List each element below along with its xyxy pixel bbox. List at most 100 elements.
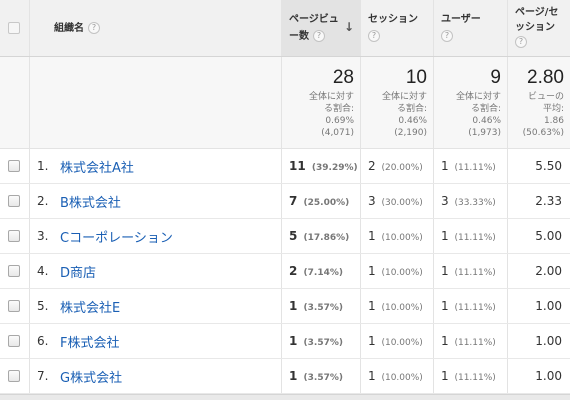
total-pageviews-detail: 全体に対す る割合: 0.69% (4,071) — [308, 92, 354, 138]
users-percent: (11.11%) — [454, 338, 496, 348]
users-percent: (11.11%) — [454, 303, 496, 313]
row-number: 3. — [37, 229, 49, 243]
total-pageviews: 28 全体に対す る割合: 0.69% (4,071) — [282, 57, 361, 148]
total-pps-detail: ビューの 平均: 1.86 (50.63%) — [522, 92, 564, 138]
row-checkbox[interactable] — [8, 160, 20, 172]
users-value: 1 — [441, 159, 449, 173]
table-row: 7. G株式会社 1 (3.57%) 1 (10.00%) 1 (11.11%)… — [0, 359, 570, 394]
pageviews-percent: (17.86%) — [303, 233, 350, 243]
header-checkbox-cell — [0, 0, 30, 56]
column-header-users[interactable]: ユーザー ? — [434, 0, 508, 56]
organization-link[interactable]: Cコーポレーション — [60, 227, 173, 246]
users-percent: (11.11%) — [454, 373, 496, 383]
help-icon[interactable]: ? — [88, 22, 100, 34]
column-label-pps: ページ/セ — [515, 7, 559, 18]
pageviews-value: 1 — [289, 299, 298, 313]
column-label-organization: 組織名 — [54, 23, 84, 34]
sessions-value: 1 — [368, 334, 376, 348]
table-row: 4. D商店 2 (7.14%) 1 (10.00%) 1 (11.11%) 2… — [0, 254, 570, 289]
total-sessions: 10 全体に対す る割合: 0.46% (2,190) — [361, 57, 434, 148]
table-row: 2. B株式会社 7 (25.00%) 3 (30.00%) 3 (33.33%… — [0, 184, 570, 219]
column-header-pages-per-session[interactable]: ページ/セ ッション ? — [508, 0, 570, 56]
table-row: 6. F株式会社 1 (3.57%) 1 (10.00%) 1 (11.11%)… — [0, 324, 570, 359]
table-bottom-bar — [0, 394, 570, 400]
totals-row: 28 全体に対す る割合: 0.69% (4,071) 10 全体に対す る割合… — [0, 57, 570, 149]
organization-link[interactable]: F株式会社 — [60, 332, 119, 351]
users-value: 1 — [441, 334, 449, 348]
users-value: 1 — [441, 299, 449, 313]
sessions-percent: (10.00%) — [381, 338, 423, 348]
sessions-percent: (30.00%) — [381, 198, 423, 208]
pps-value: 5.00 — [535, 229, 562, 243]
organization-link[interactable]: G株式会社 — [60, 367, 122, 386]
help-icon[interactable]: ? — [515, 36, 527, 48]
row-number: 2. — [37, 194, 49, 208]
sessions-value: 1 — [368, 264, 376, 278]
sessions-value: 2 — [368, 159, 376, 173]
row-number: 1. — [37, 159, 49, 173]
users-value: 1 — [441, 264, 449, 278]
row-checkbox[interactable] — [8, 265, 20, 277]
pageviews-value: 2 — [289, 264, 298, 278]
total-pageviews-value: 28 — [332, 67, 354, 88]
sessions-percent: (10.00%) — [381, 268, 423, 278]
pps-value: 2.00 — [535, 264, 562, 278]
pps-value: 5.50 — [535, 159, 562, 173]
column-header-sessions[interactable]: セッション ? — [361, 0, 434, 56]
row-checkbox[interactable] — [8, 370, 20, 382]
total-sessions-detail: 全体に対す る割合: 0.46% (2,190) — [381, 92, 427, 138]
users-percent: (11.11%) — [454, 163, 496, 173]
sessions-percent: (10.00%) — [381, 233, 423, 243]
organization-link[interactable]: D商店 — [60, 262, 96, 281]
row-checkbox[interactable] — [8, 335, 20, 347]
table-row: 1. 株式会社A社 11 (39.29%) 2 (20.00%) 1 (11.1… — [0, 149, 570, 184]
organization-link[interactable]: B株式会社 — [60, 192, 121, 211]
sessions-percent: (10.00%) — [381, 303, 423, 313]
column-label-users: ユーザー — [441, 14, 481, 25]
pps-value: 1.00 — [535, 334, 562, 348]
sort-descending-icon[interactable]: ↓ — [344, 20, 354, 34]
column-label-pageviews: ページビュ — [289, 14, 339, 25]
pageviews-percent: (7.14%) — [303, 268, 343, 278]
users-value: 3 — [441, 194, 449, 208]
organization-link[interactable]: 株式会社A社 — [60, 157, 134, 176]
users-value: 1 — [441, 229, 449, 243]
pageviews-percent: (25.00%) — [303, 198, 350, 208]
help-icon[interactable]: ? — [441, 30, 453, 42]
users-value: 1 — [441, 369, 449, 383]
pageviews-value: 1 — [289, 334, 298, 348]
table-header: 組織名? ページビュ ー数? ↓ セッション ? ユーザー ? ページ/セ ッシ… — [0, 0, 570, 57]
pageviews-value: 7 — [289, 194, 298, 208]
users-percent: (11.11%) — [454, 268, 496, 278]
row-checkbox[interactable] — [8, 195, 20, 207]
pageviews-percent: (3.57%) — [303, 303, 343, 313]
row-checkbox[interactable] — [8, 230, 20, 242]
pageviews-percent: (3.57%) — [303, 373, 343, 383]
table-row: 3. Cコーポレーション 5 (17.86%) 1 (10.00%) 1 (11… — [0, 219, 570, 254]
total-users-value: 9 — [490, 67, 501, 88]
row-number: 4. — [37, 264, 49, 278]
row-checkbox[interactable] — [8, 300, 20, 312]
pageviews-value: 1 — [289, 369, 298, 383]
pps-value: 1.00 — [535, 369, 562, 383]
table-row: 5. 株式会社E 1 (3.57%) 1 (10.00%) 1 (11.11%)… — [0, 289, 570, 324]
select-all-checkbox[interactable] — [8, 22, 20, 34]
sessions-percent: (10.00%) — [381, 373, 423, 383]
column-label-sessions: セッション — [368, 14, 418, 25]
sessions-value: 1 — [368, 369, 376, 383]
help-icon[interactable]: ? — [368, 30, 380, 42]
row-number: 7. — [37, 369, 49, 383]
column-label-pageviews-2: ー数 — [289, 31, 309, 42]
pageviews-percent: (39.29%) — [311, 163, 358, 173]
sessions-percent: (20.00%) — [381, 163, 423, 173]
pageviews-percent: (3.57%) — [303, 338, 343, 348]
column-header-organization[interactable]: 組織名? — [30, 0, 282, 56]
sessions-value: 1 — [368, 229, 376, 243]
total-users-detail: 全体に対す る割合: 0.46% (1,973) — [455, 92, 501, 138]
sessions-value: 1 — [368, 299, 376, 313]
organization-link[interactable]: 株式会社E — [60, 297, 120, 316]
column-header-pageviews[interactable]: ページビュ ー数? ↓ — [282, 0, 361, 56]
help-icon[interactable]: ? — [313, 30, 325, 42]
total-pages-per-session: 2.80 ビューの 平均: 1.86 (50.63%) — [508, 57, 570, 148]
row-number: 5. — [37, 299, 49, 313]
